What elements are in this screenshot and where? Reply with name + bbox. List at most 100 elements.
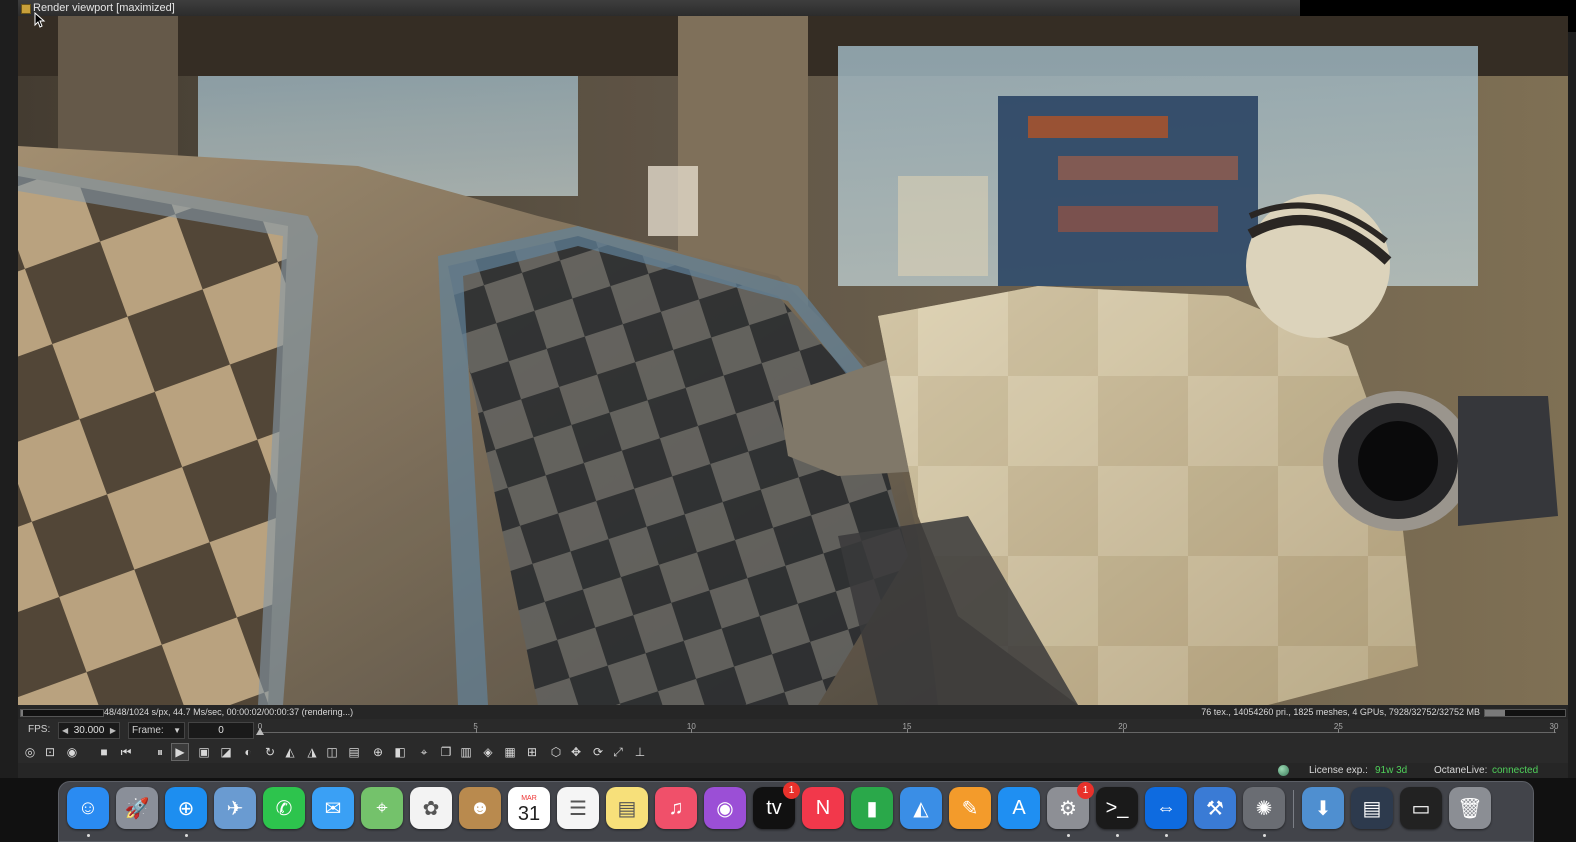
dock-separator bbox=[1293, 790, 1294, 828]
reminders-icon[interactable]: ☰ bbox=[557, 787, 599, 829]
maps-icon[interactable]: ⌖ bbox=[361, 787, 403, 829]
zoom-icon[interactable]: ⊕ bbox=[370, 744, 386, 760]
news-icon[interactable]: N bbox=[802, 787, 844, 829]
timeline-tick-mark bbox=[475, 729, 477, 733]
dock-glyph: ✆ bbox=[275, 797, 293, 820]
timeline-tick-mark bbox=[1338, 729, 1340, 733]
dock-glyph: ☺ bbox=[77, 796, 99, 819]
dock-glyph: ✿ bbox=[422, 797, 440, 820]
podcasts-icon[interactable]: ◉ bbox=[704, 787, 746, 829]
render-status-bar: 48/48/1024 s/px, 44.7 Ms/sec, 00:00:02/0… bbox=[18, 705, 1568, 719]
license-label: License exp.: bbox=[1309, 765, 1368, 776]
restart-icon[interactable]: ⏮ bbox=[118, 744, 134, 760]
snapshot-icon[interactable]: ⌖ bbox=[416, 744, 432, 760]
contacts-icon[interactable]: ☻ bbox=[459, 787, 501, 829]
frame-mode-select[interactable]: Frame: ▼ bbox=[128, 722, 185, 739]
axis-gizmo-icon[interactable]: ⊥ bbox=[632, 744, 648, 760]
dock-glyph: A bbox=[1012, 796, 1026, 819]
viewport-title-bar[interactable]: Render viewport [maximized] bbox=[18, 0, 1300, 17]
dock-glyph: tv bbox=[766, 796, 782, 819]
clay-mode-icon[interactable]: ◈ bbox=[480, 744, 496, 760]
region-render-icon[interactable]: ⊡ bbox=[42, 744, 58, 760]
reset-camera-icon[interactable]: ◎ bbox=[22, 744, 38, 760]
calendar-icon[interactable]: MAR 31 bbox=[508, 787, 550, 829]
render-viewport[interactable] bbox=[18, 16, 1568, 705]
timeline-ruler[interactable]: 0 5 10 15 20 25 30 bbox=[256, 719, 1558, 741]
notes-icon[interactable]: ▤ bbox=[606, 787, 648, 829]
color-picker-icon[interactable]: ◉ bbox=[64, 744, 80, 760]
film-region-icon[interactable]: ▤ bbox=[346, 744, 362, 760]
stop-icon[interactable]: ■ bbox=[96, 744, 112, 760]
cube-icon[interactable]: ⬡ bbox=[548, 744, 564, 760]
memory-usage-bar bbox=[1484, 709, 1566, 717]
launchpad-icon[interactable]: 🚀 bbox=[116, 787, 158, 829]
af-region-icon[interactable]: ◪ bbox=[218, 744, 234, 760]
save-image-icon[interactable]: ▥ bbox=[458, 744, 474, 760]
subsample-icon[interactable]: ▦ bbox=[502, 744, 518, 760]
app-store-icon[interactable]: A bbox=[998, 787, 1040, 829]
xcode-icon[interactable]: ⚒ bbox=[1194, 787, 1236, 829]
system-preferences-icon[interactable]: ⚙ 1 bbox=[1047, 782, 1094, 829]
render-progress-bar bbox=[20, 709, 104, 717]
fps-increment-icon[interactable]: ▶ bbox=[110, 723, 116, 738]
pick-focus-icon[interactable]: ◭ bbox=[282, 744, 298, 760]
realtime-icon[interactable]: ▣ bbox=[196, 744, 212, 760]
messages-icon[interactable]: ✉ bbox=[312, 787, 354, 829]
music-icon[interactable]: ♫ bbox=[655, 787, 697, 829]
pages-icon[interactable]: ✎ bbox=[949, 787, 991, 829]
dock-glyph: 🚀 bbox=[124, 797, 150, 820]
play-icon[interactable]: ▶ bbox=[171, 743, 189, 761]
mouse-cursor-icon bbox=[34, 12, 46, 28]
recent-window-icon[interactable]: ▤ bbox=[1351, 787, 1393, 829]
scale-icon[interactable]: ⤢ bbox=[610, 744, 626, 760]
downloads-folder-icon[interactable]: ⬇ bbox=[1302, 787, 1344, 829]
dock-glyph: N bbox=[815, 796, 831, 819]
copy-icon[interactable]: ❐ bbox=[438, 744, 454, 760]
window-title: Render viewport [maximized] bbox=[33, 2, 175, 14]
dock-glyph: ▭ bbox=[1411, 797, 1431, 820]
fps-spinbox[interactable]: ◀ 30.000 ▶ bbox=[58, 722, 120, 739]
decal-icon[interactable]: ⊞ bbox=[524, 744, 540, 760]
playhead-handle[interactable] bbox=[256, 728, 264, 735]
timeline-tick-mark bbox=[691, 729, 693, 733]
dock-glyph: >_ bbox=[1105, 796, 1129, 819]
dock-glyph: ✉ bbox=[324, 797, 342, 820]
frame-input[interactable]: 0 bbox=[188, 722, 254, 739]
dock-glyph: ✺ bbox=[1255, 797, 1273, 820]
preview-icon[interactable]: ✈ bbox=[214, 787, 256, 829]
finder-icon[interactable]: ☺ bbox=[67, 787, 109, 829]
apple-tv-icon[interactable]: tv 1 bbox=[753, 782, 800, 829]
terminal-icon[interactable]: >_ bbox=[1096, 787, 1138, 829]
numbers-icon[interactable]: ▮ bbox=[851, 787, 893, 829]
fit-view-icon[interactable]: ◧ bbox=[392, 744, 408, 760]
pick-material-icon[interactable]: ◮ bbox=[304, 744, 320, 760]
facetime-icon[interactable]: ✆ bbox=[263, 787, 305, 829]
dock-glyph: ▮ bbox=[866, 797, 878, 820]
timeline-tick-mark bbox=[1122, 729, 1124, 733]
move-icon[interactable]: ✥ bbox=[568, 744, 584, 760]
fps-decrement-icon[interactable]: ◀ bbox=[62, 723, 68, 738]
dock-glyph: ☰ bbox=[569, 797, 587, 820]
animation-timeline: FPS: ◀ 30.000 ▶ Frame: ▼ 0 0 5 10 15 20 25 30 bbox=[18, 719, 1568, 741]
pause-icon[interactable]: ⏸ bbox=[152, 744, 168, 760]
safari-icon[interactable]: ⊕ bbox=[165, 787, 207, 829]
octane-status-icon bbox=[1278, 765, 1289, 776]
dock-glyph: ⌖ bbox=[376, 796, 388, 819]
frame-label: Frame: bbox=[132, 725, 164, 736]
keynote-icon[interactable]: ◭ bbox=[900, 787, 942, 829]
frame-value: 0 bbox=[218, 725, 224, 736]
teamviewer-icon[interactable]: ⇔ bbox=[1145, 787, 1187, 829]
running-indicator bbox=[1165, 834, 1168, 837]
photos-icon[interactable]: ✿ bbox=[410, 787, 452, 829]
trash-icon[interactable]: 🗑 bbox=[1449, 787, 1491, 829]
lock-icon[interactable]: ↻ bbox=[262, 744, 278, 760]
running-indicator bbox=[1067, 834, 1070, 837]
pick-object-icon[interactable]: ◫ bbox=[324, 744, 340, 760]
octane-icon[interactable]: ✺ bbox=[1243, 787, 1285, 829]
running-indicator bbox=[1263, 834, 1266, 837]
color-correction-icon[interactable]: ◐ bbox=[240, 744, 256, 760]
timeline-tick-mark bbox=[1554, 729, 1555, 733]
rotate-icon[interactable]: ⟳ bbox=[590, 744, 606, 760]
scene-stats-text: 76 tex., 14054260 pri., 1825 meshes, 4 G… bbox=[1201, 707, 1480, 717]
activity-window-icon[interactable]: ▭ bbox=[1400, 787, 1442, 829]
